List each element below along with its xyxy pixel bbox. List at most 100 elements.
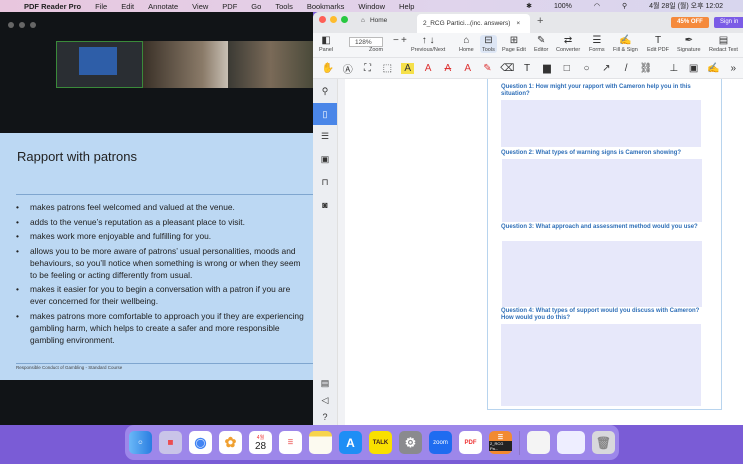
menu-window[interactable]: Window	[358, 2, 385, 11]
promo-badge[interactable]: 45% OFF	[671, 17, 709, 28]
menu-edit[interactable]: Edit	[121, 2, 134, 11]
forms-button[interactable]: ☰ Forms	[589, 35, 605, 53]
more-icon[interactable]: »	[723, 63, 743, 74]
menu-app-name[interactable]: PDF Reader Pro	[24, 2, 81, 11]
home-button[interactable]: ⌂ Home	[459, 35, 474, 53]
label: Edit PDF	[647, 47, 670, 53]
trash-icon[interactable]: 🗑	[592, 431, 615, 454]
tab-home[interactable]: ⌂ Home	[361, 17, 387, 24]
reminders-icon[interactable]: ☰	[279, 431, 302, 454]
speaker-icon[interactable]: ◁	[313, 391, 337, 409]
arrow-icon[interactable]: ↗	[596, 63, 616, 74]
dock: ☺ ▦ ◉ ✿ 4월 28 ☰ A TALK ⚙ zoom PDF ☰ 2_RCG …	[125, 425, 619, 460]
redact-text-button[interactable]: ▤ Redact Text	[709, 35, 738, 53]
clock[interactable]: 4월 28일 (월) 오후 12:02	[649, 1, 723, 11]
edit-pdf-button[interactable]: T Edit PDF	[647, 35, 669, 53]
participant-tile[interactable]	[143, 41, 228, 88]
search-icon[interactable]: ⚲	[622, 2, 627, 10]
bullet-line: to be feeling or acting differently from…	[30, 269, 193, 280]
underline-icon[interactable]: A	[418, 63, 438, 74]
menu-view[interactable]: View	[192, 2, 208, 11]
sign-in-button[interactable]: Sign in	[714, 17, 743, 28]
sign-icon[interactable]: ✍	[704, 63, 724, 74]
notes-app-icon[interactable]	[309, 431, 332, 454]
battery-percent[interactable]: 100%	[554, 3, 572, 10]
hand-icon[interactable]: ✋	[318, 63, 338, 74]
answer-field-2[interactable]	[502, 159, 702, 222]
answer-field-4[interactable]	[501, 324, 701, 406]
link-icon[interactable]: ⛓	[636, 63, 656, 74]
home-icon: ⌂	[463, 35, 470, 46]
tools-button[interactable]: ⊟ Tools	[480, 35, 497, 53]
zoom-select[interactable]: 128%	[349, 37, 383, 47]
menu-help[interactable]: Help	[399, 2, 414, 11]
document-view[interactable]: Question 1: How might your rapport with …	[345, 79, 743, 425]
participant-tile[interactable]	[56, 41, 143, 88]
zoom-in-button[interactable]: +	[401, 35, 407, 46]
signature-button[interactable]: ✒ Signature	[677, 35, 701, 53]
kakaotalk-icon[interactable]: TALK	[369, 431, 392, 454]
text-box-icon[interactable]: T	[517, 63, 537, 74]
bluetooth-icon[interactable]: ✱	[526, 2, 532, 10]
help-icon[interactable]: ?	[313, 408, 337, 425]
snapshot-icon[interactable]: ⬚	[377, 63, 397, 74]
editor-button[interactable]: ✎ Editor	[534, 35, 548, 53]
circle-icon[interactable]: ○	[577, 63, 597, 74]
participant-tile[interactable]	[228, 41, 313, 88]
zoom-app-icon[interactable]: zoom	[429, 431, 452, 454]
photos-icon[interactable]: ✿	[219, 431, 242, 454]
wifi-icon[interactable]: ◠	[594, 2, 600, 10]
tab-label: Home	[369, 17, 388, 24]
bookmark-icon[interactable]: ⊓	[313, 173, 337, 191]
bullet-line: gambling harm, which helps to create a s…	[30, 322, 280, 333]
app-store-icon[interactable]: A	[339, 431, 362, 454]
image-icon[interactable]: ▣	[684, 63, 704, 74]
finder-icon[interactable]: ☺	[129, 431, 152, 454]
document-file-icon[interactable]: ☰ 2_RCG Pa...	[489, 431, 512, 454]
window-preview-icon[interactable]	[557, 431, 585, 454]
notes-icon[interactable]: ▤	[313, 374, 337, 392]
window-controls[interactable]	[8, 22, 36, 28]
tab-document[interactable]: 2_RCG Partici...(inc. answers) ×	[417, 14, 530, 33]
thumbnails-icon[interactable]: ▯	[313, 103, 337, 125]
pdf-reader-icon[interactable]: PDF	[459, 431, 482, 454]
camera-icon[interactable]: ◙	[313, 196, 337, 214]
answer-field-1[interactable]	[501, 100, 701, 147]
eraser-icon[interactable]: ⌫	[497, 63, 517, 74]
document-preview-icon[interactable]	[527, 431, 550, 454]
squiggly-icon[interactable]: A	[458, 63, 478, 74]
strikethrough-icon[interactable]: A	[438, 63, 458, 74]
converter-button[interactable]: ⇄ Converter	[556, 35, 580, 53]
chrome-icon[interactable]: ◉	[189, 431, 212, 454]
new-tab-button[interactable]: +	[537, 15, 543, 27]
search-icon[interactable]: ⚲	[313, 82, 337, 100]
stamp-icon[interactable]: ⊥	[664, 63, 684, 74]
outline-icon[interactable]: ☰	[313, 127, 337, 145]
menu-file[interactable]: File	[95, 2, 107, 11]
menu-go[interactable]: Go	[251, 2, 261, 11]
window-controls[interactable]	[319, 16, 348, 23]
panel-button[interactable]: ◧ Panel	[319, 35, 333, 53]
menu-bookmarks[interactable]: Bookmarks	[307, 2, 345, 11]
menu-annotate[interactable]: Annotate	[148, 2, 178, 11]
page-edit-button[interactable]: ⊞ Page Edit	[502, 35, 526, 53]
menu-tools[interactable]: Tools	[275, 2, 293, 11]
line-icon[interactable]: /	[616, 63, 636, 74]
zoom-out-button[interactable]: −	[393, 35, 399, 46]
calendar-month: 4월	[256, 434, 265, 441]
select-text-icon[interactable]: Ⓐ	[338, 61, 358, 76]
menu-pdf[interactable]: PDF	[222, 2, 237, 11]
freehand-icon[interactable]: ✎	[478, 63, 498, 74]
answer-field-3[interactable]	[502, 241, 702, 307]
rectangle-icon[interactable]: □	[557, 63, 577, 74]
launchpad-icon[interactable]: ▦	[159, 431, 182, 454]
note-icon[interactable]: ▆	[537, 63, 557, 74]
highlight-icon[interactable]: A	[401, 62, 415, 74]
calendar-icon[interactable]: 4월 28	[249, 431, 272, 454]
fill-sign-button[interactable]: ✍ Fill & Sign	[613, 35, 638, 53]
crop-icon[interactable]: ⛶	[358, 63, 378, 74]
previous-next-button[interactable]: ↑ ↓ Previous/Next	[411, 35, 445, 53]
close-icon[interactable]: ×	[516, 20, 520, 27]
annotations-icon[interactable]: ▣	[313, 150, 337, 168]
system-settings-icon[interactable]: ⚙	[399, 431, 422, 454]
